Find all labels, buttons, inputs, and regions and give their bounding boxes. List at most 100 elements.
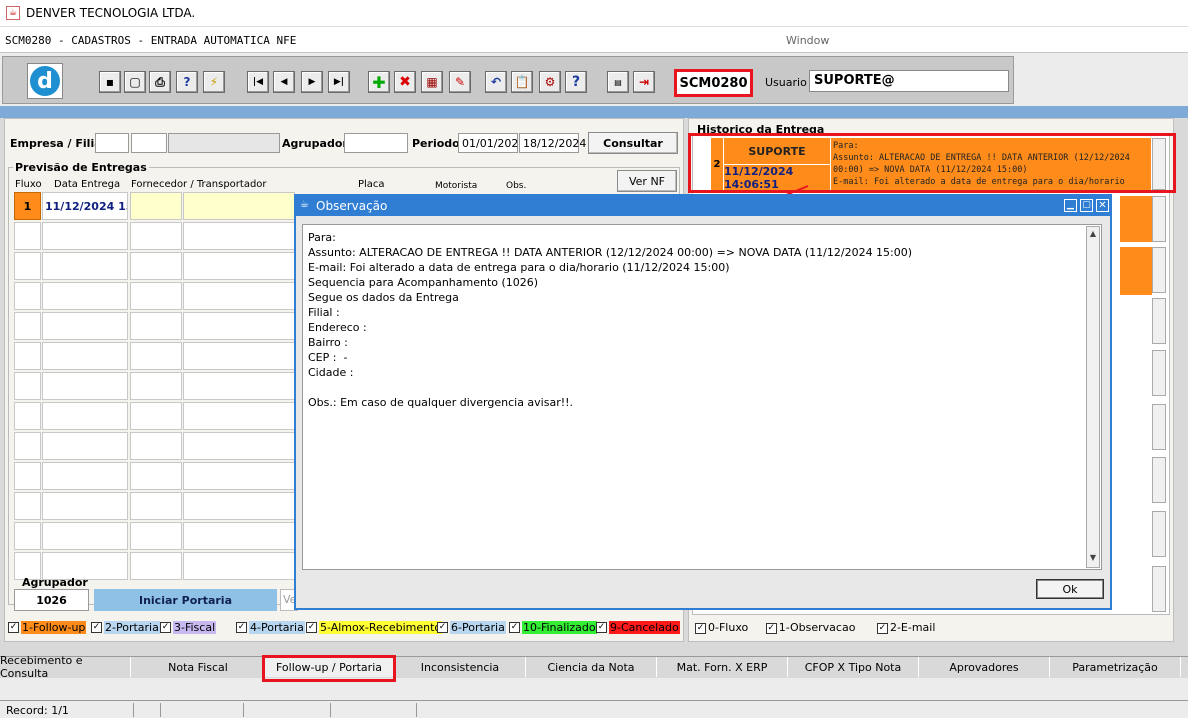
first-record-icon[interactable]: |◀ [247, 71, 269, 93]
tab-3[interactable]: Inconsistencia [395, 657, 526, 677]
save-icon[interactable]: ▪ [99, 71, 121, 93]
legend-checkbox[interactable]: ✓ [91, 622, 102, 633]
close-icon[interactable]: ✕ [1096, 199, 1109, 212]
grid-fluxo-1[interactable]: 1 [14, 192, 41, 220]
tab-6[interactable]: CFOP X Tipo Nota [788, 657, 919, 677]
empresa-field[interactable] [95, 133, 129, 153]
grid-cell[interactable] [42, 282, 128, 310]
agrupador-field[interactable] [344, 133, 408, 153]
legend-item[interactable]: ✓ 4-Portaria [236, 621, 305, 634]
grid-cell[interactable] [14, 522, 41, 550]
historico-row-scrollbar[interactable] [1152, 404, 1166, 450]
tab-0[interactable]: Recebimento e Consulta [0, 654, 131, 680]
historico-row-scrollbar[interactable] [1152, 196, 1166, 242]
historico-row-scrollbar[interactable] [1152, 247, 1166, 293]
legend-checkbox[interactable]: ✓ [8, 622, 19, 633]
clear-record-icon[interactable]: ▦ [421, 71, 443, 93]
agrupador-bottom-field[interactable]: 1026 [14, 589, 89, 611]
grid-cell[interactable] [14, 492, 41, 520]
tab-8[interactable]: Parametrização [1050, 657, 1181, 677]
grid-cell[interactable] [183, 492, 295, 520]
iniciar-portaria-button[interactable]: Iniciar Portaria [94, 589, 277, 611]
clipboard-icon[interactable]: 📋 [511, 71, 533, 93]
grid-cell[interactable] [14, 402, 41, 430]
grid-cell[interactable] [14, 462, 41, 490]
grid-cell[interactable] [130, 552, 182, 580]
grid-cell[interactable] [183, 432, 295, 460]
legend-checkbox[interactable]: ✓ [160, 622, 171, 633]
grid-cell[interactable] [42, 432, 128, 460]
grid-cell[interactable] [130, 312, 182, 340]
legend-item[interactable]: ✓ 2-Portaria [91, 621, 160, 634]
grid-cell[interactable] [42, 312, 128, 340]
execute-query-icon[interactable]: ⚡ [203, 71, 225, 93]
chk-obs-box[interactable]: ✓ [765, 622, 777, 634]
grid-data-1[interactable]: 11/12/2024 15:00 [42, 192, 128, 220]
grid-cell[interactable] [183, 522, 295, 550]
delete-record-icon[interactable]: ✖ [394, 71, 416, 93]
insert-record-icon[interactable]: ✚ [368, 71, 390, 93]
grid-cell[interactable] [14, 282, 41, 310]
grid-cell[interactable] [42, 402, 128, 430]
grid-cell[interactable] [130, 372, 182, 400]
tab-7[interactable]: Aprovadores [919, 657, 1050, 677]
grid-cell[interactable] [130, 492, 182, 520]
grid-cell[interactable] [42, 252, 128, 280]
exit-icon[interactable]: ⇥ [633, 71, 655, 93]
grid-cell[interactable] [183, 312, 295, 340]
grid-cell[interactable] [130, 252, 182, 280]
grid-cell[interactable] [130, 342, 182, 370]
grid-cell[interactable] [183, 462, 295, 490]
legend-item[interactable]: ✓ 10-Finalizado [509, 621, 597, 634]
last-record-icon[interactable]: ▶| [328, 71, 350, 93]
print-icon[interactable]: ⎙ [149, 71, 171, 93]
grid-cell[interactable] [130, 402, 182, 430]
tab-4[interactable]: Ciencia da Nota [526, 657, 657, 677]
tab-5[interactable]: Mat. Forn. X ERP [657, 657, 788, 677]
historico-row-scrollbar[interactable] [1152, 511, 1166, 557]
maximize-icon[interactable]: ▢ [1080, 199, 1093, 212]
settings-icon[interactable]: ⚙ [539, 71, 561, 93]
legend-checkbox[interactable]: ✓ [437, 622, 448, 633]
tab-1[interactable]: Nota Fiscal [133, 657, 264, 677]
consultar-button[interactable]: Consultar [588, 132, 678, 154]
legend-checkbox[interactable]: ✓ [596, 622, 607, 633]
grid-cell[interactable] [183, 282, 295, 310]
clear-form-icon[interactable]: ✎ [449, 71, 471, 93]
historico-row-scrollbar[interactable] [1152, 350, 1166, 396]
grid-cell[interactable] [42, 522, 128, 550]
grid-cell[interactable] [42, 342, 128, 370]
legend-item[interactable]: ✓ 3-Fiscal [160, 621, 217, 634]
next-record-icon[interactable]: ▶ [301, 71, 323, 93]
grid-cell[interactable] [130, 432, 182, 460]
grid-cell[interactable] [42, 222, 128, 250]
window-icon[interactable]: ▢ [124, 71, 146, 93]
legend-item[interactable]: ✓ 9-Cancelado [596, 621, 680, 634]
historico-row-scrollbar[interactable] [1152, 566, 1166, 612]
grid-cell[interactable] [183, 402, 295, 430]
grid-cell[interactable] [14, 312, 41, 340]
date-from-field[interactable]: 01/01/2024 [458, 133, 525, 153]
historico-row-scrollbar[interactable] [1152, 457, 1166, 503]
usuario-field[interactable]: SUPORTE@ [809, 70, 1009, 92]
menu-icon[interactable]: ▤ [607, 71, 629, 93]
grid-cell[interactable] [14, 432, 41, 460]
scroll-up-icon[interactable]: ▲ [1088, 229, 1098, 241]
undo-icon[interactable]: ↶ [485, 71, 507, 93]
chk-fluxo-box[interactable]: ✓ [695, 622, 706, 634]
help-icon[interactable]: ? [565, 71, 587, 93]
grid-cell[interactable] [130, 462, 182, 490]
chk-email-box[interactable]: ✓ [876, 622, 888, 634]
legend-checkbox[interactable]: ✓ [306, 622, 317, 633]
grid-cell[interactable] [14, 342, 41, 370]
grid-cell[interactable] [130, 282, 182, 310]
legend-item[interactable]: ✓ 6-Portaria [437, 621, 506, 634]
help-query-icon[interactable]: ? [176, 71, 198, 93]
minimize-icon[interactable]: ▁ [1064, 199, 1077, 212]
dialog-scrollbar[interactable]: ▲ ▼ [1086, 226, 1100, 568]
grid-cell[interactable] [42, 372, 128, 400]
grid-cell[interactable] [183, 372, 295, 400]
grid-cell[interactable] [42, 492, 128, 520]
grid-cell[interactable] [14, 222, 41, 250]
grid-cell[interactable] [183, 342, 295, 370]
